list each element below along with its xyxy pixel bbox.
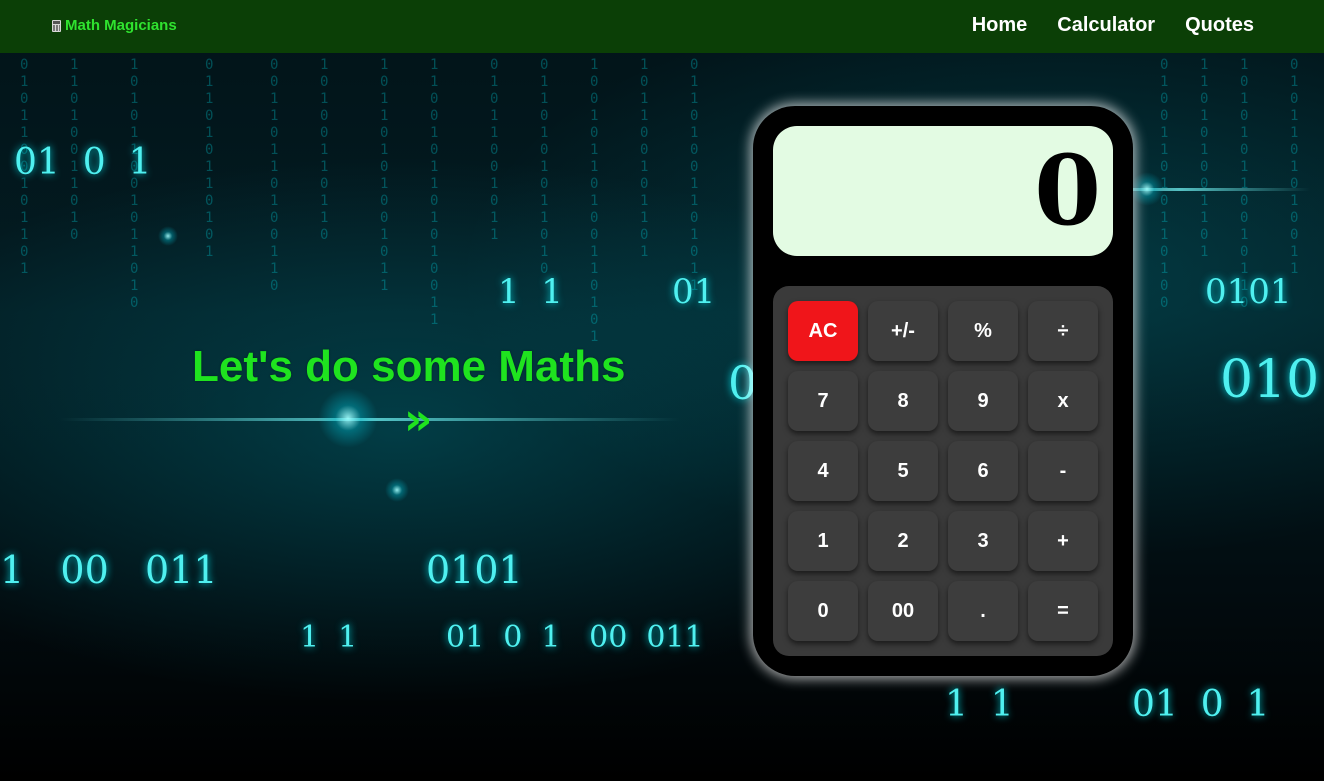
key-2[interactable]: 2 <box>868 511 938 571</box>
navbar: Math Magicians Home Calculator Quotes <box>0 0 1324 53</box>
binary-rain-column: 1 0 1 1 0 1 0 0 1 1 0 1 0 1 1 <box>690 40 699 294</box>
binary-digits: 01 0 1 <box>14 142 152 183</box>
binary-digits: 01 0 1 00 011 <box>446 620 704 655</box>
key-decimal[interactable]: . <box>948 581 1018 641</box>
binary-digits: 0101 <box>426 548 523 592</box>
binary-rain-column: 1 0 0 1 1 0 1 1 0 1 0 0 1 1 0 <box>270 40 279 294</box>
key-subtract[interactable]: - <box>1028 441 1098 501</box>
binary-rain-column: 0 0 1 1 0 1 0 1 0 1 1 0 1 0 <box>540 40 549 277</box>
key-divide[interactable]: ÷ <box>1028 301 1098 361</box>
calculator: 0 AC +/- % ÷ 7 8 9 x 4 5 6 - 1 2 3 + 0 0… <box>753 106 1133 676</box>
key-multiply[interactable]: x <box>1028 371 1098 431</box>
key-1[interactable]: 1 <box>788 511 858 571</box>
key-6[interactable]: 6 <box>948 441 1018 501</box>
binary-rain-column: 1 1 0 0 1 0 1 1 0 1 0 0 1 1 0 1 0 1 <box>590 40 599 345</box>
key-percent[interactable]: % <box>948 301 1018 361</box>
key-00[interactable]: 00 <box>868 581 938 641</box>
key-5[interactable]: 5 <box>868 441 938 501</box>
binary-digits: 1 00 011 <box>0 548 218 592</box>
binary-digits: 01 0 1 <box>1132 684 1270 725</box>
light-flare <box>1130 172 1164 206</box>
binary-digits: 01 <box>672 272 716 312</box>
binary-rain-column: 0 1 1 0 1 0 1 0 0 1 1 0 1 <box>1200 40 1209 260</box>
key-8[interactable]: 8 <box>868 371 938 431</box>
key-add[interactable]: + <box>1028 511 1098 571</box>
calculator-icon <box>52 19 61 32</box>
binary-rain-column: 0 0 1 0 1 1 0 1 0 1 0 0 1 1 <box>1290 40 1299 277</box>
brand-logo[interactable]: Math Magicians <box>52 17 177 34</box>
key-equals[interactable]: = <box>1028 581 1098 641</box>
nav-link-home[interactable]: Home <box>972 14 1028 37</box>
calculator-keypad: AC +/- % ÷ 7 8 9 x 4 5 6 - 1 2 3 + 0 00 … <box>773 286 1113 656</box>
key-4[interactable]: 4 <box>788 441 858 501</box>
light-flare <box>318 388 378 448</box>
nav-link-quotes[interactable]: Quotes <box>1185 14 1254 37</box>
nav-link-calculator[interactable]: Calculator <box>1057 14 1155 37</box>
brand-title: Math Magicians <box>65 17 177 34</box>
double-chevron-right-icon: » <box>404 394 433 445</box>
binary-digits: 010 <box>1220 350 1320 410</box>
light-flare <box>385 478 409 502</box>
binary-rain-column: 1 0 1 0 1 1 0 0 1 0 1 1 <box>490 40 499 243</box>
calculator-display: 0 <box>773 126 1113 256</box>
light-flare <box>158 226 178 246</box>
key-plus-minus[interactable]: +/- <box>868 301 938 361</box>
binary-rain-column: 1 1 0 1 1 0 1 0 1 0 0 1 0 1 1 <box>380 40 389 294</box>
binary-digits: 1 1 <box>945 684 1014 725</box>
binary-rain-column: 0 1 1 0 0 1 0 1 1 0 1 0 1 0 0 1 1 <box>430 40 439 328</box>
binary-rain-column: 0 1 0 1 0 0 1 1 0 1 1 0 <box>320 40 329 243</box>
binary-rain-column: 0 1 0 1 1 0 0 1 0 1 1 0 1 <box>640 40 649 260</box>
binary-rain-column: 0 0 1 1 0 1 0 1 1 0 1 0 1 <box>205 40 214 260</box>
key-7[interactable]: 7 <box>788 371 858 431</box>
key-0[interactable]: 0 <box>788 581 858 641</box>
nav-links: Home Calculator Quotes <box>972 14 1254 37</box>
binary-digits: 1 1 <box>300 620 358 655</box>
binary-digits: 1 1 <box>498 272 563 312</box>
binary-rain-column: 1 0 1 0 0 1 1 0 1 0 1 1 0 1 0 0 <box>1160 40 1169 311</box>
binary-digits: 0101 <box>1205 272 1292 312</box>
hero-title: Let's do some Maths <box>192 342 626 391</box>
key-9[interactable]: 9 <box>948 371 1018 431</box>
key-3[interactable]: 3 <box>948 511 1018 571</box>
key-clear[interactable]: AC <box>788 301 858 361</box>
